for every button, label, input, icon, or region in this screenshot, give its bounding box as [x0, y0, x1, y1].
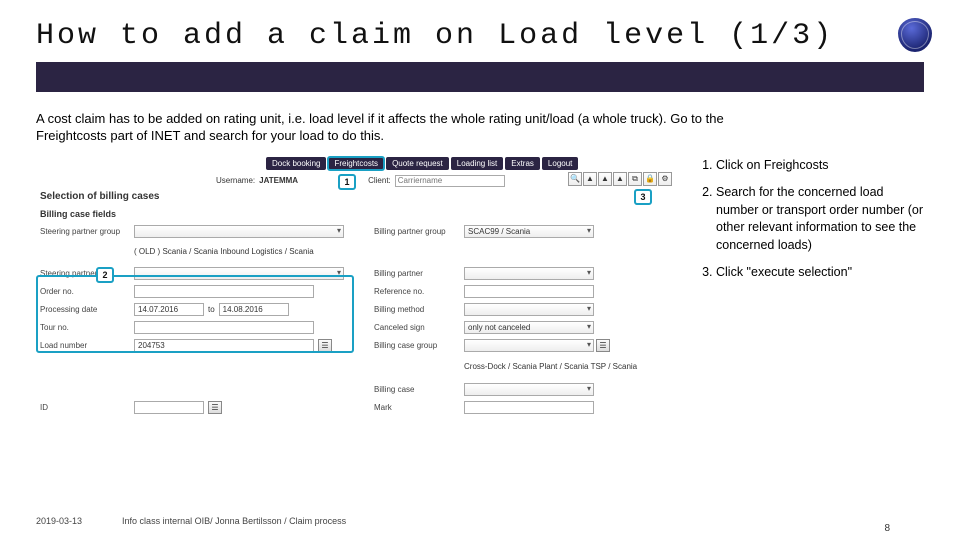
reference-no-input[interactable]	[464, 285, 594, 298]
nav-tabs: Dock booking Freightcosts Quote request …	[266, 157, 578, 170]
brand-logo	[898, 18, 932, 52]
tab-logout[interactable]: Logout	[542, 157, 578, 170]
callout-2: 2	[96, 267, 114, 283]
search-icon[interactable]: 🔍	[568, 172, 582, 186]
title-accent-bar	[36, 62, 924, 92]
gear-icon[interactable]: ⚙	[658, 172, 672, 186]
tab-extras[interactable]: Extras	[505, 157, 540, 170]
id-picker-button[interactable]: ☰	[208, 401, 222, 414]
instructions-list: Click on Freighcosts Search for the conc…	[694, 157, 924, 417]
footer-date: 2019-03-13	[36, 516, 82, 526]
copy-icon[interactable]: ⧉	[628, 172, 642, 186]
id-input[interactable]	[134, 401, 204, 414]
billing-partner-select[interactable]	[464, 267, 594, 280]
mark-input[interactable]	[464, 401, 594, 414]
billing-method-select[interactable]	[464, 303, 594, 316]
toolbar-icons: 🔍 ▲ ▲ ▲ ⧉ 🔒 ⚙	[568, 172, 672, 186]
instruction-1: Click on Freighcosts	[716, 157, 924, 175]
billing-partner-group-select[interactable]: SCAC99 / Scania	[464, 225, 594, 238]
billing-case-group-select[interactable]	[464, 339, 594, 352]
tab-loading-list[interactable]: Loading list	[451, 157, 503, 170]
flag-red-icon[interactable]: ▲	[583, 172, 597, 186]
billing-case-group-value: Cross-Dock / Scania Plant / Scania TSP /…	[464, 363, 637, 372]
flag-green-icon[interactable]: ▲	[613, 172, 627, 186]
instruction-2: Search for the concerned load number or …	[716, 184, 924, 254]
tab-quote-request[interactable]: Quote request	[386, 157, 449, 170]
billing-case-group-label: Billing case group	[374, 341, 464, 350]
billing-partner-group-label: Billing partner group	[374, 227, 464, 236]
slide-footer: 2019-03-13 Info class internal OIB/ Jonn…	[36, 516, 346, 526]
client-label: Client:	[368, 176, 391, 185]
username-label: Username:	[216, 176, 255, 185]
steering-partner-group-value: ( OLD ) Scania / Scania Inbound Logistic…	[134, 248, 314, 257]
canceled-sign-label: Canceled sign	[374, 323, 464, 332]
app-screenshot: Dock booking Freightcosts Quote request …	[36, 157, 676, 417]
id-label: ID	[40, 403, 134, 412]
steering-partner-group-select[interactable]	[134, 225, 344, 238]
flag-yellow-icon[interactable]: ▲	[598, 172, 612, 186]
section-title-selection: Selection of billing cases	[40, 191, 159, 202]
callout-3: 3	[634, 189, 652, 205]
callout-2-box	[36, 275, 354, 353]
tab-freightcosts[interactable]: Freightcosts	[328, 157, 384, 170]
mark-label: Mark	[374, 403, 464, 412]
section-title-fields: Billing case fields	[40, 209, 116, 219]
billing-method-label: Billing method	[374, 305, 464, 314]
slide-title: How to add a claim on Load level (1/3)	[36, 18, 924, 56]
footer-info: Info class internal OIB/ Jonna Bertilsso…	[122, 516, 346, 526]
username-value: JATEMMA	[259, 176, 298, 185]
intro-paragraph: A cost claim has to be added on rating u…	[36, 110, 736, 145]
canceled-sign-select[interactable]: only not canceled	[464, 321, 594, 334]
reference-no-label: Reference no.	[374, 287, 464, 296]
lock-icon[interactable]: 🔒	[643, 172, 657, 186]
tab-dock-booking[interactable]: Dock booking	[266, 157, 326, 170]
steering-partner-group-label: Steering partner group	[40, 227, 134, 236]
billing-partner-label: Billing partner	[374, 269, 464, 278]
billing-case-group-picker-button[interactable]: ☰	[596, 339, 610, 352]
page-number: 8	[884, 523, 890, 534]
billing-case-select[interactable]	[464, 383, 594, 396]
instruction-3: Click "execute selection"	[716, 264, 924, 282]
client-input[interactable]	[395, 175, 505, 187]
billing-case-label: Billing case	[374, 385, 464, 394]
